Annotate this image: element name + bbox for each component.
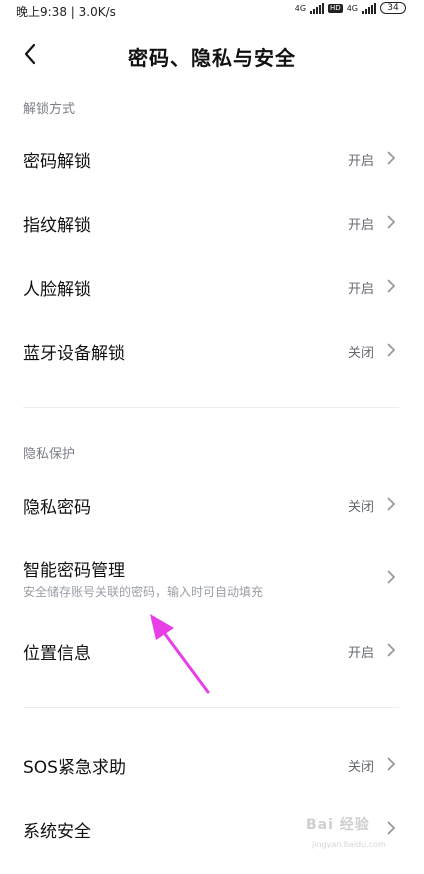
row-value: 开启 — [347, 218, 374, 233]
status-icons: 4G HD 4G 34 — [295, 2, 406, 14]
chevron-right-icon — [387, 570, 396, 584]
page-title: 密码、隐私与安全 — [128, 46, 296, 70]
watermark-url: jingyan.baidu.com — [312, 840, 386, 849]
watermark: Bai 经验 jingyan.baidu.com — [306, 814, 400, 860]
title-bar: 密码、隐私与安全 — [0, 32, 424, 76]
row-subtitle: 安全储存账号关联的密码，输入时可自动填充 — [23, 585, 264, 599]
row-value: 开启 — [347, 646, 374, 661]
row-value: 开启 — [347, 282, 374, 297]
row-privacy-password[interactable]: 隐私密码 关闭 — [0, 472, 424, 536]
row-label: 密码解锁 — [23, 152, 91, 172]
row-value: 关闭 — [347, 760, 374, 775]
annotation-arrow-icon — [150, 614, 210, 694]
row-face-unlock[interactable]: 人脸解锁 开启 — [0, 254, 424, 318]
row-label: SOS紧急求助 — [23, 758, 126, 778]
row-sos-emergency[interactable]: SOS紧急求助 关闭 — [0, 732, 424, 796]
section-divider — [23, 707, 399, 708]
row-label: 隐私密码 — [23, 498, 91, 518]
row-label: 位置信息 — [23, 644, 91, 664]
row-password-unlock[interactable]: 密码解锁 开启 — [0, 126, 424, 190]
row-label: 蓝牙设备解锁 — [23, 344, 125, 364]
status-time-speed: 晚上9:38 | 3.0K/s — [16, 5, 116, 19]
row-value: 关闭 — [347, 500, 374, 515]
status-bar: 晚上9:38 | 3.0K/s 4G HD 4G 34 — [0, 0, 424, 22]
chevron-right-icon — [387, 497, 396, 511]
chevron-right-icon — [387, 151, 396, 165]
row-smart-password-manager[interactable]: 智能密码管理 安全储存账号关联的密码，输入时可自动填充 — [0, 545, 424, 617]
battery-icon: 34 — [380, 2, 406, 14]
network-label-2: 4G — [346, 3, 358, 13]
chevron-right-icon — [387, 757, 396, 771]
watermark-logo: Bai 经验 — [306, 817, 370, 833]
row-label: 系统安全 — [23, 822, 91, 842]
chevron-right-icon — [387, 279, 396, 293]
chevron-right-icon — [387, 343, 396, 357]
row-fingerprint-unlock[interactable]: 指纹解锁 开启 — [0, 190, 424, 254]
signal-icon — [310, 2, 325, 14]
row-value: 开启 — [347, 154, 374, 169]
row-label: 人脸解锁 — [23, 280, 91, 300]
section-header-unlock: 解锁方式 — [23, 102, 76, 117]
row-label: 智能密码管理 — [23, 561, 125, 581]
hd-badge: HD — [328, 3, 343, 13]
row-bluetooth-unlock[interactable]: 蓝牙设备解锁 关闭 — [0, 318, 424, 382]
chevron-right-icon — [387, 643, 396, 657]
row-value: 关闭 — [347, 346, 374, 361]
section-divider — [23, 407, 399, 408]
section-header-privacy: 隐私保护 — [23, 447, 76, 462]
network-label-1: 4G — [294, 3, 307, 13]
row-label: 指纹解锁 — [23, 216, 91, 236]
chevron-right-icon — [387, 215, 396, 229]
signal-icon — [362, 2, 376, 14]
